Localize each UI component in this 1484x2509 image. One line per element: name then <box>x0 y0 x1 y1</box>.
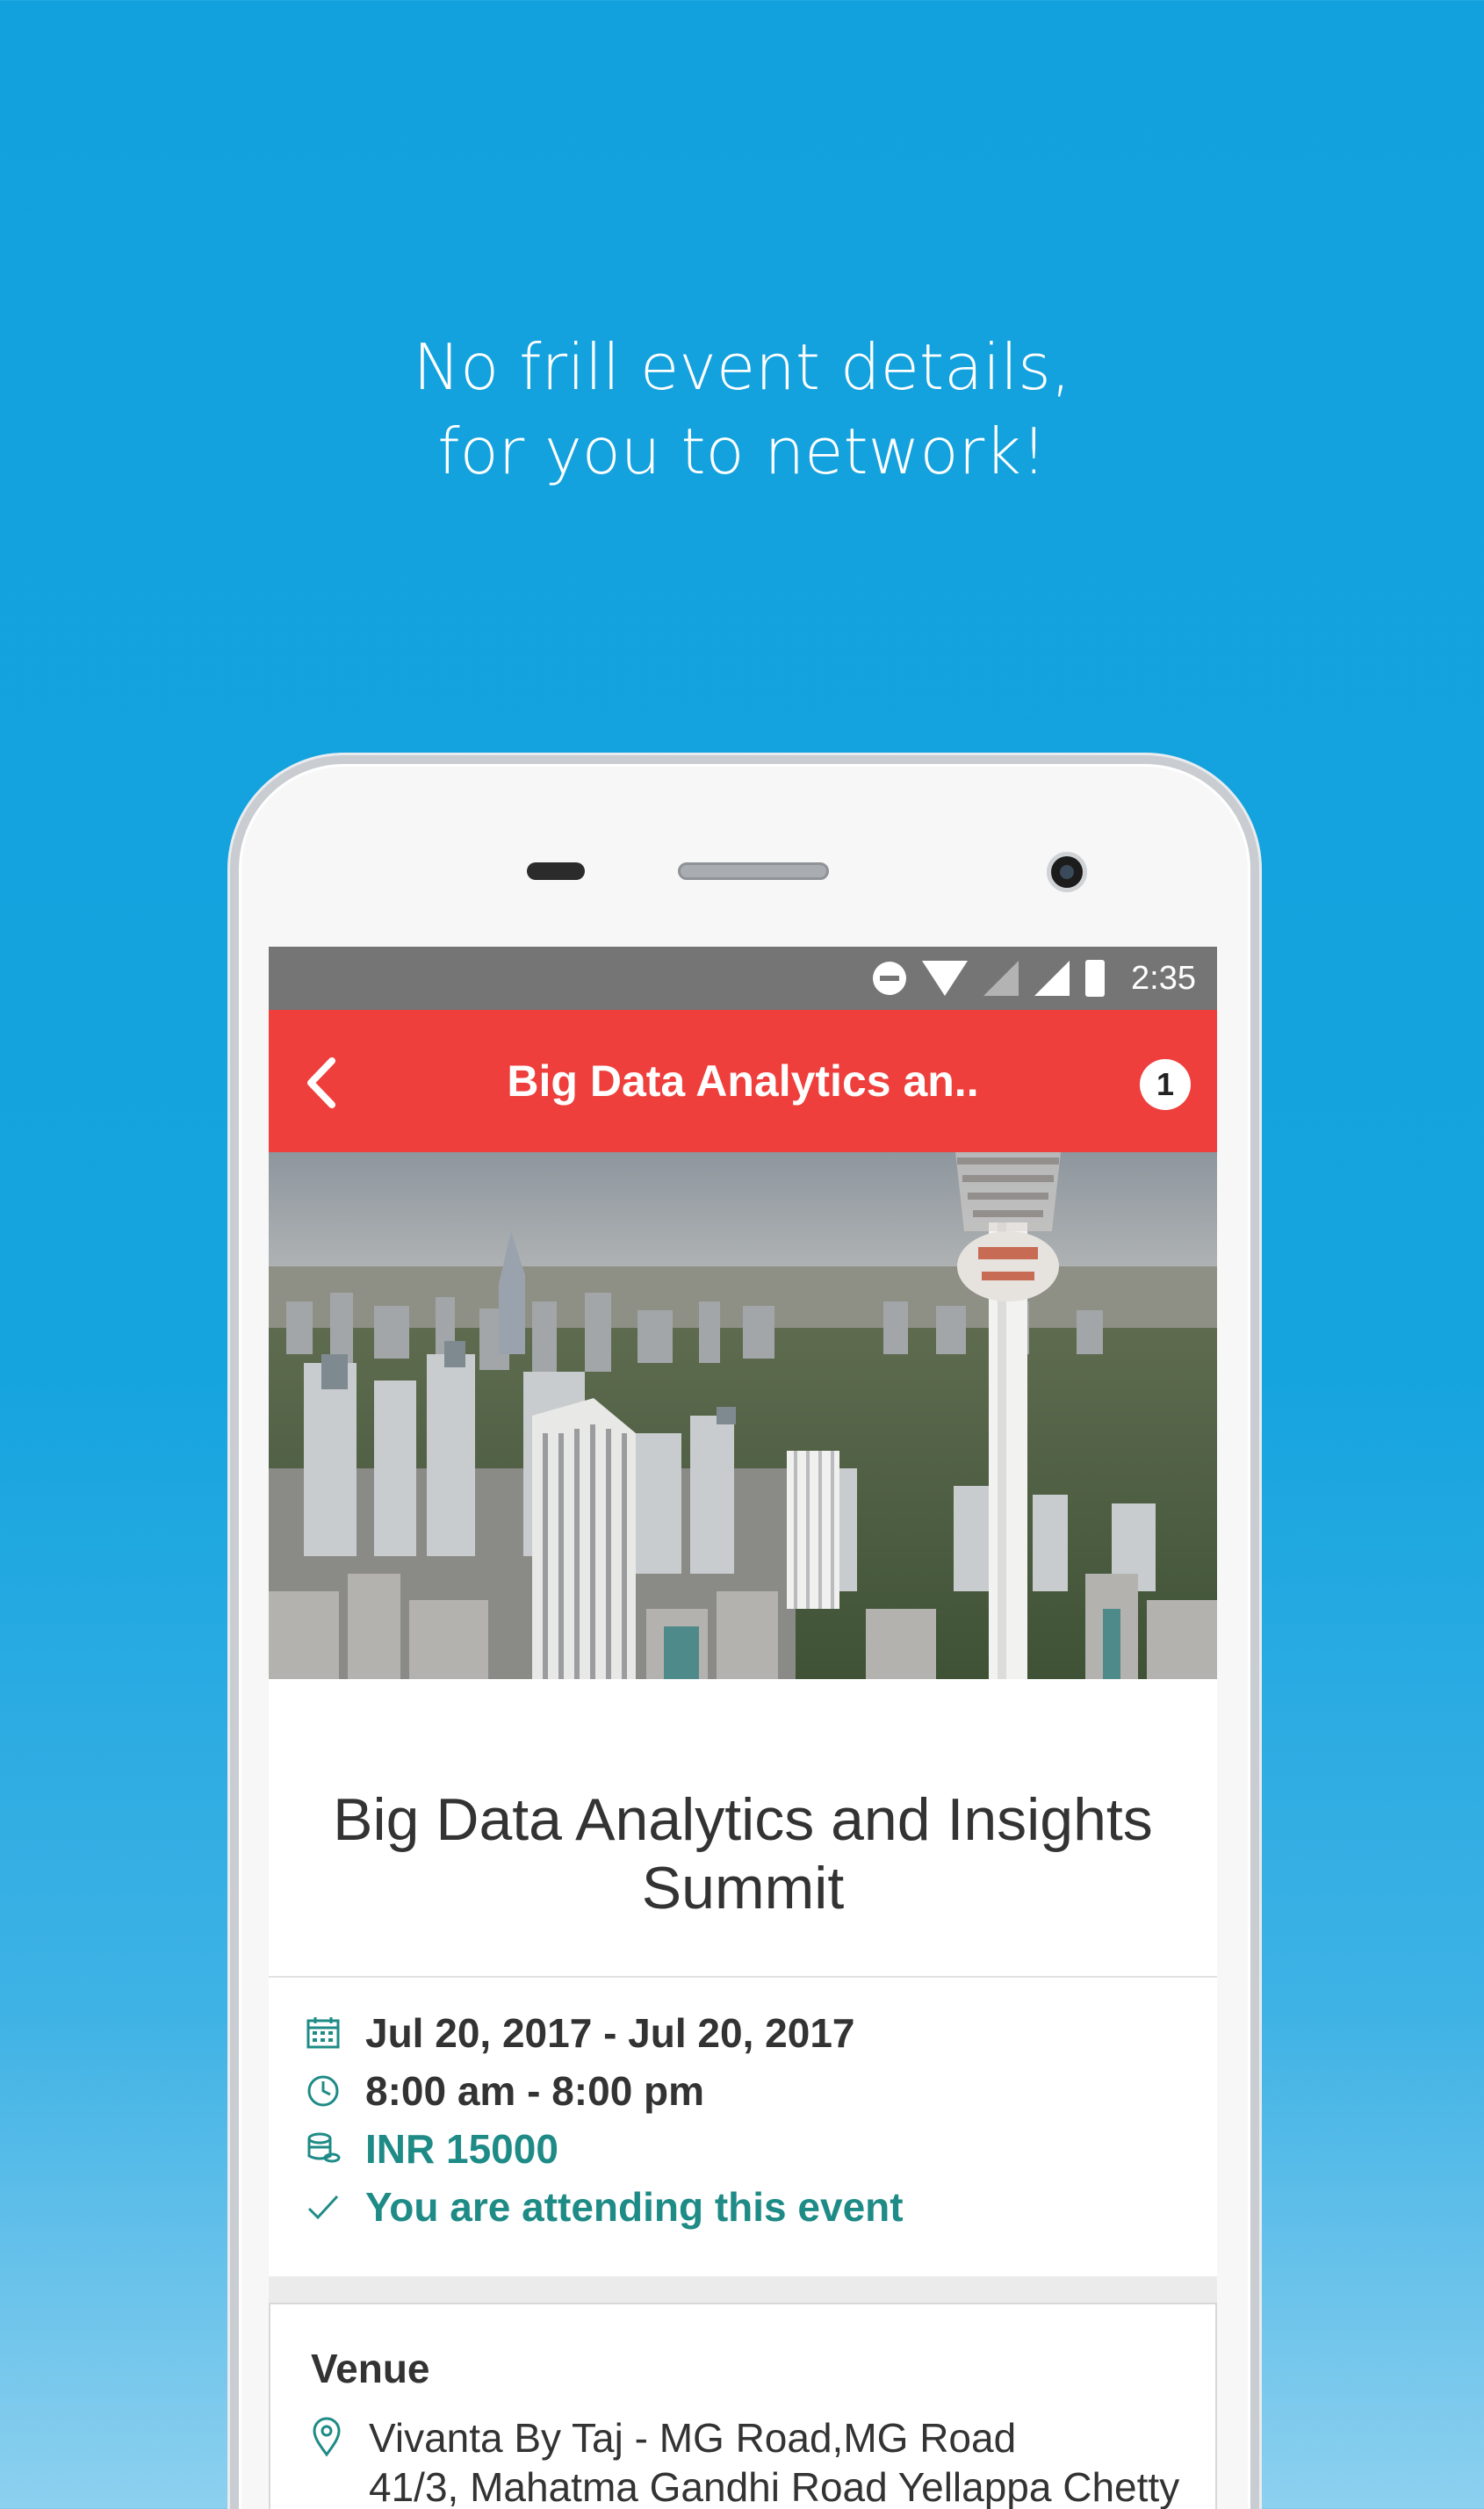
coins-icon <box>304 2130 342 2168</box>
app-bar-title: Big Data Analytics an.. <box>507 1056 979 1106</box>
venue-address-line-2: 41/3, Mahatma Gandhi Road Yellappa Chett… <box>369 2464 1180 2509</box>
venue-address-line-1: Vivanta By Taj - MG Road,MG Road <box>369 2415 1017 2461</box>
proximity-sensor <box>527 862 585 880</box>
notification-badge[interactable]: 1 <box>1140 1059 1191 1110</box>
event-price: INR 15000 <box>365 2126 558 2172</box>
app-bar: Big Data Analytics an.. 1 <box>269 1010 1217 1152</box>
venue-address: Vivanta By Taj - MG Road,MG Road 41/3, M… <box>369 2413 1179 2509</box>
time-row: 8:00 am - 8:00 pm <box>304 2062 1217 2120</box>
venue-card: Venue Vivanta By Taj - MG Road,MG Road 4… <box>269 2303 1217 2509</box>
event-details-card: Jul 20, 2017 - Jul 20, 2017 8:00 am - 8:… <box>269 1978 1217 2276</box>
status-time: 2:35 <box>1131 959 1196 997</box>
attending-row: You are attending this event <box>304 2178 1217 2236</box>
status-bar: 2:35 <box>269 947 1217 1010</box>
event-title-card: Big Data Analytics and Insights Summit <box>269 1679 1217 1978</box>
event-title: Big Data Analytics and Insights Summit <box>333 1786 1153 1921</box>
wifi-icon <box>922 961 969 996</box>
city-skyline-image <box>269 1152 1217 1679</box>
phone-screen: 2:35 Big Data Analytics an.. 1 Big Data … <box>269 947 1217 2509</box>
back-arrow-icon[interactable] <box>293 1052 355 1114</box>
earpiece-speaker <box>678 862 829 880</box>
location-pin-icon <box>311 2417 346 2461</box>
headline-line-2: for you to network! <box>437 415 1047 488</box>
promo-headline: No frill event details, for you to netwo… <box>0 325 1484 494</box>
attendance-status: You are attending this event <box>365 2184 904 2230</box>
checkmark-icon <box>304 2188 342 2226</box>
signal-empty-icon <box>983 961 1019 996</box>
event-cover-image <box>269 1152 1217 1679</box>
battery-icon <box>1085 960 1106 997</box>
event-time: 8:00 am - 8:00 pm <box>365 2068 705 2114</box>
clock-icon <box>304 2072 342 2110</box>
venue-address-row[interactable]: Vivanta By Taj - MG Road,MG Road 41/3, M… <box>311 2413 1215 2509</box>
signal-icon <box>1034 961 1070 996</box>
front-camera <box>1047 852 1087 892</box>
price-row: INR 15000 <box>304 2120 1217 2178</box>
calendar-icon <box>304 2014 342 2052</box>
headline-line-1: No frill event details, <box>413 330 1071 404</box>
date-row: Jul 20, 2017 - Jul 20, 2017 <box>304 2004 1217 2062</box>
venue-heading: Venue <box>311 2346 430 2391</box>
do-not-disturb-icon <box>873 962 907 995</box>
event-date: Jul 20, 2017 - Jul 20, 2017 <box>365 2010 855 2056</box>
